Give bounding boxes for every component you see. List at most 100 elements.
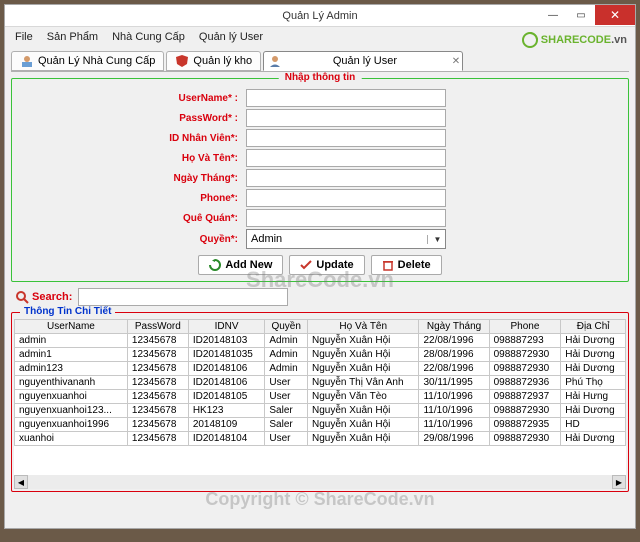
tab-user[interactable]: Quản lý User ✕ <box>263 51 463 71</box>
tab-kho[interactable]: Quản lý kho <box>166 51 261 71</box>
table-cell: ID20148103 <box>188 334 265 348</box>
menu-quanlyuser[interactable]: Quản lý User <box>193 29 269 45</box>
table-cell: nguyenxuanhoi123... <box>15 404 128 418</box>
table-cell: 20148109 <box>188 418 265 432</box>
table-cell: 22/08/1996 <box>419 362 489 376</box>
update-button[interactable]: Update <box>289 255 364 275</box>
password-input[interactable] <box>246 109 446 127</box>
table-cell: HD <box>561 418 626 432</box>
minimize-button[interactable]: — <box>539 5 567 25</box>
table-row[interactable]: admin112345678ID201481035AdminNguyễn Xuâ… <box>15 348 626 362</box>
btn-label: Update <box>316 259 353 271</box>
add-new-button[interactable]: Add New <box>198 255 283 275</box>
delete-button[interactable]: Delete <box>371 255 442 275</box>
input-fieldset: Nhập thông tin UserName* : PassWord* : I… <box>11 78 629 282</box>
menu-nhacungcap[interactable]: Nhà Cung Cấp <box>106 29 191 45</box>
table-cell: 12345678 <box>127 418 188 432</box>
table-cell: Admin <box>265 334 308 348</box>
column-header[interactable]: Quyền <box>265 320 308 334</box>
tab-label: Quản lý kho <box>193 55 252 67</box>
table-cell: Nguyễn Xuân Hội <box>308 404 419 418</box>
table-row[interactable]: nguyenxuanhoi123...12345678HK123SalerNgu… <box>15 404 626 418</box>
table-cell: admin1 <box>15 348 128 362</box>
table-cell: 12345678 <box>127 404 188 418</box>
table-cell: User <box>265 432 308 446</box>
table-cell: 0988872930 <box>489 362 561 376</box>
menu-file[interactable]: File <box>9 29 39 45</box>
table-row[interactable]: admin12312345678ID20148106AdminNguyễn Xu… <box>15 362 626 376</box>
label-quyen: Quyền*: <box>16 234 246 245</box>
table-cell: 11/10/1996 <box>419 404 489 418</box>
table-cell: 28/08/1996 <box>419 348 489 362</box>
table-cell: Hải Dương <box>561 348 626 362</box>
tab-close-icon[interactable]: ✕ <box>452 56 460 67</box>
refresh-icon <box>209 259 221 271</box>
column-header[interactable]: Địa Chỉ <box>561 320 626 334</box>
tab-label: Quản lý User <box>333 55 397 67</box>
table-cell: 12345678 <box>127 334 188 348</box>
search-icon <box>15 290 29 304</box>
label-username: UserName* : <box>16 93 246 104</box>
table-cell: Admin <box>265 362 308 376</box>
column-header[interactable]: IDNV <box>188 320 265 334</box>
tab-nhacungcap[interactable]: Quản Lý Nhà Cung Cấp <box>11 51 164 71</box>
table-cell: 30/11/1995 <box>419 376 489 390</box>
detail-legend: Thông Tin Chi Tiết <box>20 306 115 317</box>
table-cell: 0988872930 <box>489 432 561 446</box>
horizontal-scrollbar[interactable]: ◀ ▶ <box>14 475 626 489</box>
table-cell: Nguyễn Xuân Hội <box>308 432 419 446</box>
maximize-button[interactable]: ▭ <box>567 5 595 25</box>
label-idnv: ID Nhân Viên*: <box>16 133 246 144</box>
table-cell: nguyenxuanhoi1996 <box>15 418 128 432</box>
table-cell: 12345678 <box>127 376 188 390</box>
close-button[interactable]: ✕ <box>595 5 635 25</box>
table-row[interactable]: nguyenxuanhoi12345678ID20148105UserNguyễ… <box>15 390 626 404</box>
column-header[interactable]: Ngày Tháng <box>419 320 489 334</box>
table-cell: Saler <box>265 404 308 418</box>
table-cell: Phú Thọ <box>561 376 626 390</box>
table-cell: 12345678 <box>127 348 188 362</box>
table-cell: 0988872936 <box>489 376 561 390</box>
table-row[interactable]: nguyenthivananh12345678ID20148106UserNgu… <box>15 376 626 390</box>
column-header[interactable]: PassWord <box>127 320 188 334</box>
quyen-select[interactable]: Admin ▼ <box>246 229 446 249</box>
hoten-input[interactable] <box>246 149 446 167</box>
table-row[interactable]: nguyenxuanhoi19961234567820148109SalerNg… <box>15 418 626 432</box>
titlebar: Quản Lý Admin — ▭ ✕ <box>5 5 635 27</box>
table-cell: Hải Hưng <box>561 390 626 404</box>
table-cell: Nguyễn Văn Tèo <box>308 390 419 404</box>
username-input[interactable] <box>246 89 446 107</box>
tab-label: Quản Lý Nhà Cung Cấp <box>38 55 155 67</box>
table-row[interactable]: admin12345678ID20148103AdminNguyễn Xuân … <box>15 334 626 348</box>
column-header[interactable]: UserName <box>15 320 128 334</box>
scroll-left-icon[interactable]: ◀ <box>14 475 28 489</box>
ngaythang-input[interactable] <box>246 169 446 187</box>
table-row[interactable]: xuanhoi12345678ID20148104UserNguyễn Xuân… <box>15 432 626 446</box>
table-cell: ID20148105 <box>188 390 265 404</box>
idnv-input[interactable] <box>246 129 446 147</box>
table-cell: 12345678 <box>127 432 188 446</box>
table-cell: 12345678 <box>127 362 188 376</box>
phone-input[interactable] <box>246 189 446 207</box>
table-cell: 0988872930 <box>489 404 561 418</box>
column-header[interactable]: Họ Và Tên <box>308 320 419 334</box>
table-cell: ID20148106 <box>188 376 265 390</box>
window-controls: — ▭ ✕ <box>539 5 635 25</box>
label-hoten: Họ Và Tên*: <box>16 153 246 164</box>
quequan-input[interactable] <box>246 209 446 227</box>
quyen-value: Admin <box>251 233 282 245</box>
menu-sanpham[interactable]: Sản Phẩm <box>41 29 104 45</box>
logo-text: SHARECODE <box>541 34 611 46</box>
column-header[interactable]: Phone <box>489 320 561 334</box>
table-cell: Hải Dương <box>561 404 626 418</box>
table-cell: ID20148104 <box>188 432 265 446</box>
table-cell: Saler <box>265 418 308 432</box>
table-wrapper: UserNamePassWordIDNVQuyềnHọ Và TênNgày T… <box>14 319 626 489</box>
user-table[interactable]: UserNamePassWordIDNVQuyềnHọ Và TênNgày T… <box>14 319 626 446</box>
logo-icon <box>521 31 539 49</box>
search-input[interactable] <box>78 288 288 306</box>
table-cell: 098887293 <box>489 334 561 348</box>
scroll-right-icon[interactable]: ▶ <box>612 475 626 489</box>
logo: SHARECODE.vn <box>521 31 627 49</box>
label-password: PassWord* : <box>16 113 246 124</box>
